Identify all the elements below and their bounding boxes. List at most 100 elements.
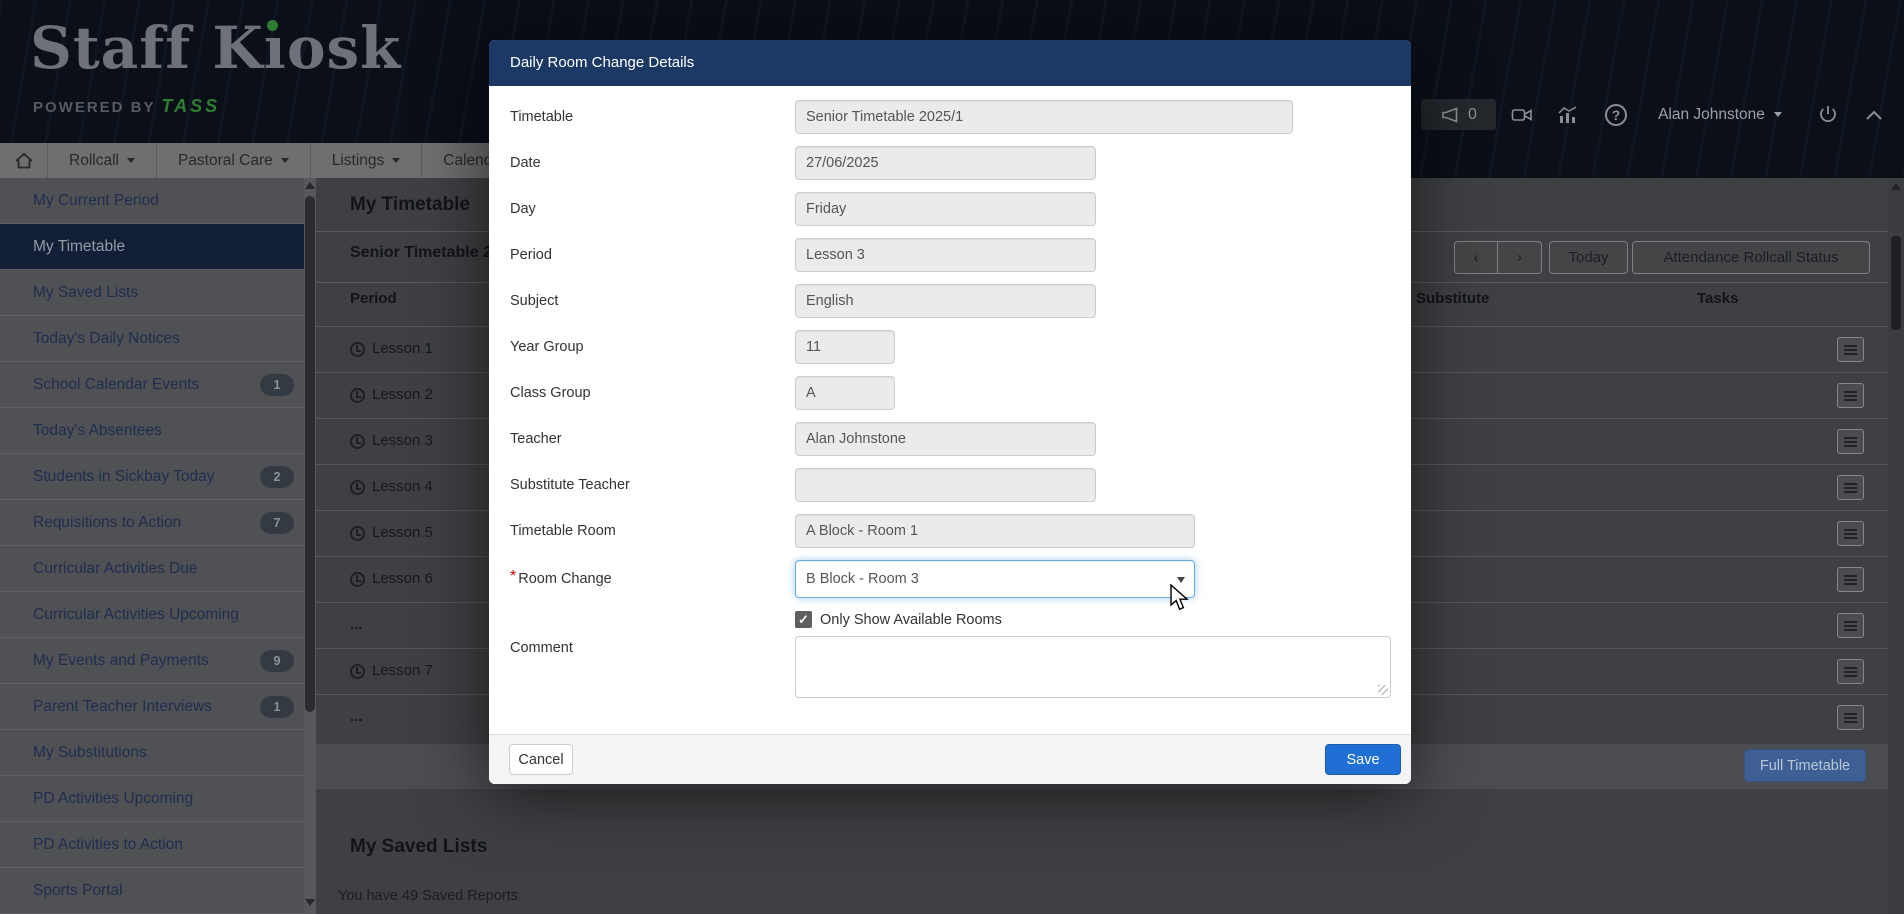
megaphone-icon <box>1440 107 1460 123</box>
checkbox-label: Only Show Available Rooms <box>820 612 1002 628</box>
scrollbar-thumb[interactable] <box>305 196 315 712</box>
help-button[interactable]: ? <box>1600 99 1632 130</box>
comment-textarea[interactable] <box>795 636 1391 698</box>
row-menu-button[interactable] <box>1837 659 1864 684</box>
row-menu-button[interactable] <box>1837 521 1864 546</box>
user-menu[interactable]: Alan Johnstone <box>1650 99 1790 130</box>
clock-icon <box>350 388 365 403</box>
chevron-down-icon <box>1177 577 1185 583</box>
announcements-button[interactable]: 0 <box>1421 99 1496 130</box>
scroll-up-icon[interactable] <box>305 182 315 189</box>
sidebar-item-my-current-period[interactable]: My Current Period <box>0 178 304 224</box>
collapse-header-button[interactable] <box>1856 99 1892 130</box>
day-field <box>795 192 1096 226</box>
sidebar-scrollbar[interactable] <box>304 178 316 914</box>
year-group-field <box>795 330 895 364</box>
next-week-button[interactable]: › <box>1497 241 1542 274</box>
chevron-up-icon <box>1865 110 1883 120</box>
app-logo: Staff Kıosk <box>30 14 401 82</box>
sidebar-item-my-timetable[interactable]: My Timetable <box>0 224 304 270</box>
clock-icon <box>350 342 365 357</box>
chevron-down-icon <box>127 158 135 163</box>
resize-grip[interactable] <box>1378 685 1388 695</box>
sidebar-item-my-substitutions[interactable]: My Substitutions <box>0 730 304 776</box>
clock-icon <box>350 526 365 541</box>
chevron-right-icon: › <box>1517 249 1522 266</box>
sidebar-item-school-calendar-events[interactable]: School Calendar Events1 <box>0 362 304 408</box>
daily-room-change-modal: Daily Room Change Details Timetable Date… <box>489 40 1411 784</box>
count-badge: 9 <box>260 650 294 672</box>
row-menu-button[interactable] <box>1837 567 1864 592</box>
saved-lists-summary: You have 49 Saved Reports <box>338 888 518 904</box>
cancel-button[interactable]: Cancel <box>509 744 573 775</box>
sidebar-item-sports-portal[interactable]: Sports Portal <box>0 868 304 914</box>
only-show-available-rooms-checkbox[interactable]: ✓ <box>795 611 812 628</box>
row-menu-button[interactable] <box>1837 705 1864 730</box>
subject-field <box>795 284 1096 318</box>
row-menu-button[interactable] <box>1837 383 1864 408</box>
power-icon <box>1817 104 1839 126</box>
field-label-comment: Comment <box>510 636 795 656</box>
field-label-timetable-room: Timetable Room <box>510 523 795 539</box>
today-button[interactable]: Today <box>1549 241 1628 274</box>
field-label-subject: Subject <box>510 293 795 309</box>
video-button[interactable] <box>1502 99 1542 130</box>
field-label-substitute-teacher: Substitute Teacher <box>510 477 795 493</box>
nav-pastoral-care[interactable]: Pastoral Care <box>157 143 311 178</box>
modal-title: Daily Room Change Details <box>489 40 1411 86</box>
tass-logo: TASS <box>161 96 220 116</box>
announcement-count: 0 <box>1468 106 1477 124</box>
chevron-down-icon <box>392 158 400 163</box>
reports-button[interactable] <box>1548 99 1588 130</box>
row-menu-button[interactable] <box>1837 613 1864 638</box>
sidebar-item-pd-activities-to-action[interactable]: PD Activities to Action <box>0 822 304 868</box>
class-group-field <box>795 376 895 410</box>
field-label-room-change: *Room Change <box>510 570 795 588</box>
prev-week-button[interactable]: ‹ <box>1454 241 1498 274</box>
clock-icon <box>350 434 365 449</box>
scroll-down-icon[interactable] <box>305 899 315 906</box>
modal-footer: Cancel Save <box>489 734 1411 784</box>
sidebar: My Current Period My Timetable My Saved … <box>0 178 304 914</box>
nav-rollcall[interactable]: Rollcall <box>48 143 157 178</box>
count-badge: 1 <box>260 374 294 396</box>
full-timetable-button[interactable]: Full Timetable <box>1744 749 1866 782</box>
scrollbar-thumb[interactable] <box>1891 236 1901 330</box>
save-button[interactable]: Save <box>1325 744 1401 775</box>
page-scrollbar[interactable] <box>1888 178 1904 914</box>
powered-by: POWERED BY TASS <box>33 96 220 117</box>
column-header-tasks: Tasks <box>1697 290 1738 307</box>
field-label-timetable: Timetable <box>510 109 795 125</box>
nav-listings[interactable]: Listings <box>311 143 423 178</box>
sidebar-item-daily-notices[interactable]: Today's Daily Notices <box>0 316 304 362</box>
logo-green-dot <box>267 20 278 31</box>
sidebar-item-pd-activities-upcoming[interactable]: PD Activities Upcoming <box>0 776 304 822</box>
sidebar-item-todays-absentees[interactable]: Today's Absentees <box>0 408 304 454</box>
required-asterisk: * <box>510 568 516 585</box>
row-menu-button[interactable] <box>1837 429 1864 454</box>
sidebar-item-students-in-sickbay[interactable]: Students in Sickbay Today2 <box>0 454 304 500</box>
attendance-rollcall-status-button[interactable]: Attendance Rollcall Status <box>1632 241 1870 274</box>
column-header-period: Period <box>350 290 397 307</box>
date-field <box>795 146 1096 180</box>
substitute-teacher-field <box>795 468 1096 502</box>
clock-icon <box>350 480 365 495</box>
sidebar-item-requisitions-to-action[interactable]: Requisitions to Action7 <box>0 500 304 546</box>
sidebar-item-my-events-and-payments[interactable]: My Events and Payments9 <box>0 638 304 684</box>
sidebar-item-curricular-activities-upcoming[interactable]: Curricular Activities Upcoming <box>0 592 304 638</box>
room-change-select[interactable]: B Block - Room 3 <box>795 560 1195 598</box>
count-badge: 7 <box>260 512 294 534</box>
logout-button[interactable] <box>1810 99 1846 130</box>
row-menu-button[interactable] <box>1837 337 1864 362</box>
scroll-up-icon[interactable] <box>1891 183 1901 190</box>
saved-lists-title: My Saved Lists <box>350 836 487 858</box>
sidebar-item-curricular-activities-due[interactable]: Curricular Activities Due <box>0 546 304 592</box>
mouse-cursor <box>1170 584 1194 619</box>
user-name: Alan Johnstone <box>1658 106 1765 124</box>
row-menu-button[interactable] <box>1837 475 1864 500</box>
sidebar-item-parent-teacher-interviews[interactable]: Parent Teacher Interviews1 <box>0 684 304 730</box>
sidebar-item-my-saved-lists[interactable]: My Saved Lists <box>0 270 304 316</box>
help-icon: ? <box>1605 104 1627 126</box>
nav-home[interactable] <box>0 143 48 178</box>
timetable-room-field <box>795 514 1195 548</box>
